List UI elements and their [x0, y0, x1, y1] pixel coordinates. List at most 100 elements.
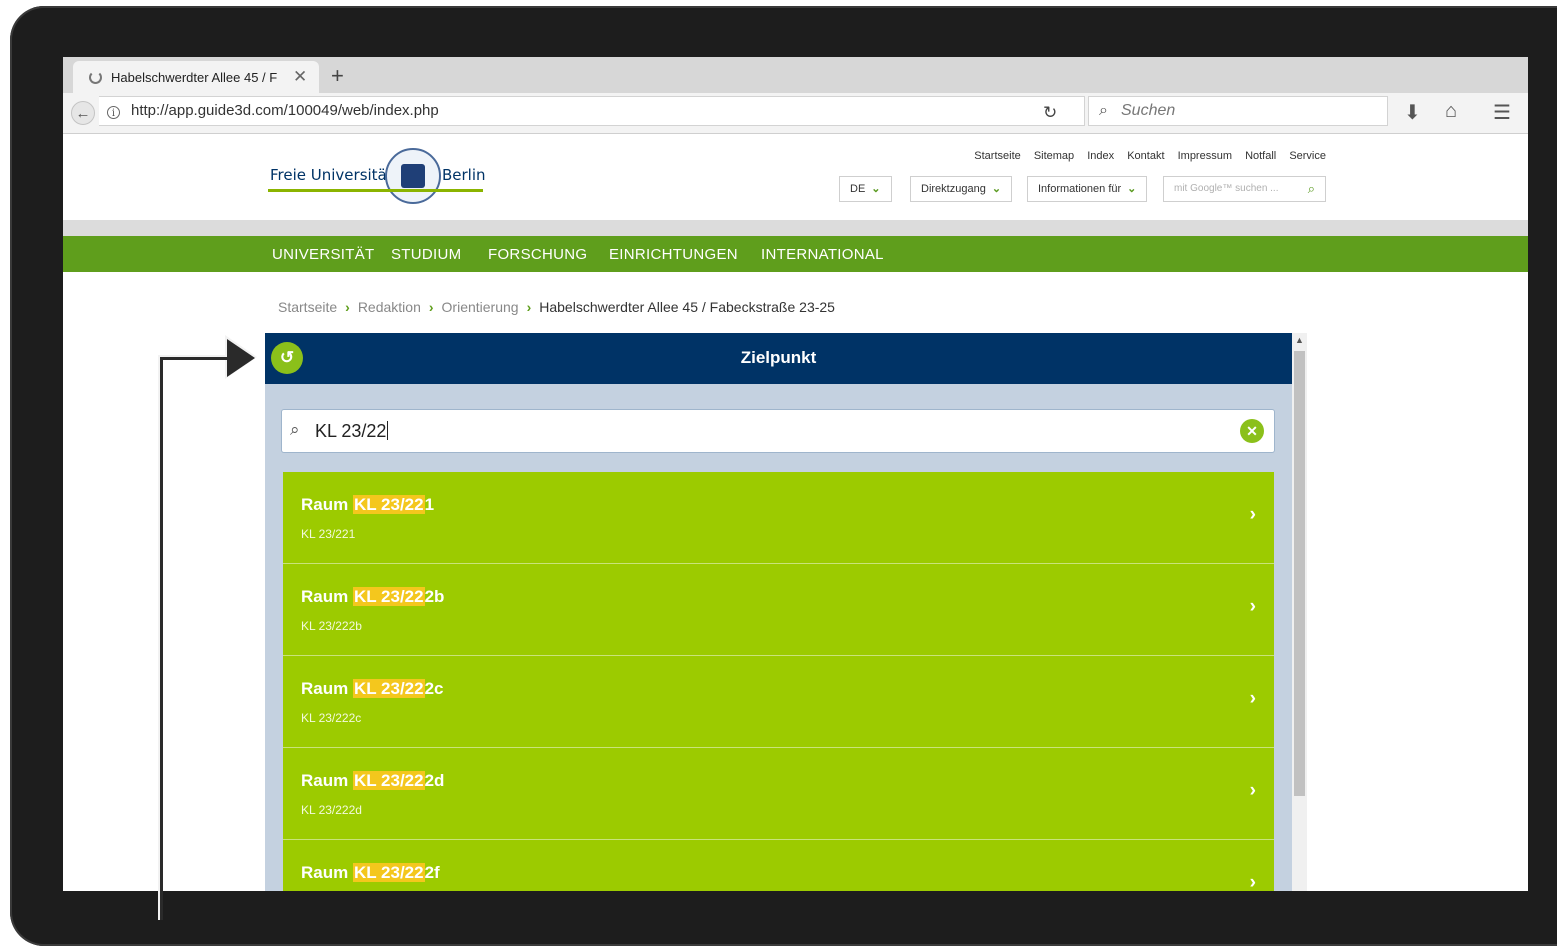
loading-icon: [89, 70, 102, 84]
chevron-right-icon: ›: [1249, 504, 1256, 525]
close-tab-icon[interactable]: ✕: [293, 67, 307, 87]
nav-item-forschung[interactable]: FORSCHUNG: [488, 246, 587, 263]
reload-icon[interactable]: ↻: [1043, 103, 1057, 123]
result-title: Raum KL 23/222b: [301, 587, 444, 607]
breadcrumb-startseite[interactable]: Startseite: [278, 299, 337, 315]
result-list: Raum KL 23/221 KL 23/221 › Raum KL 23/22…: [283, 472, 1274, 891]
service-link-service[interactable]: Service: [1289, 150, 1326, 162]
result-subtitle: KL 23/221: [301, 527, 356, 541]
result-subtitle: KL 23/222c: [301, 711, 362, 725]
direktzugang-label: Direktzugang: [921, 183, 986, 195]
back-button[interactable]: ←: [71, 101, 95, 125]
result-rest: 2b: [424, 587, 445, 606]
chevron-down-icon: ⌄: [991, 183, 1002, 195]
info-icon[interactable]: i: [107, 106, 120, 119]
clear-icon[interactable]: ✕: [1240, 419, 1264, 443]
informationen-label: Informationen für: [1038, 183, 1122, 195]
result-match: KL 23/22: [352, 863, 425, 882]
breadcrumb-orientierung[interactable]: Orientierung: [442, 299, 519, 315]
site-header: Freie Universität Berlin Startseite Site…: [63, 134, 1528, 220]
service-link-startseite[interactable]: Startseite: [974, 150, 1020, 162]
chevron-right-icon: ›: [345, 299, 350, 315]
menu-icon[interactable]: ☰: [1493, 100, 1511, 125]
result-match: KL 23/22: [352, 495, 425, 514]
result-item[interactable]: Raum KL 23/222f ›: [283, 840, 1274, 891]
service-link-kontakt[interactable]: Kontakt: [1127, 150, 1164, 162]
service-nav: Startseite Sitemap Index Kontakt Impress…: [964, 150, 1326, 162]
scroll-up-icon[interactable]: ▲: [1295, 335, 1304, 345]
guide-widget: ↺ Zielpunkt ⌕ KL 23/22 ✕ Raum KL 23/221 …: [265, 333, 1307, 891]
search-icon: ⌕: [1099, 102, 1108, 119]
download-icon[interactable]: ⬇: [1404, 100, 1421, 125]
chevron-right-icon: ›: [526, 299, 532, 315]
result-subtitle: KL 23/222d: [301, 803, 362, 817]
result-match: KL 23/22: [352, 771, 425, 790]
result-prefix: Raum: [301, 679, 353, 698]
google-search-input[interactable]: mit Google™ suchen ... ⌕: [1163, 176, 1326, 202]
result-title: Raum KL 23/222f: [301, 863, 440, 883]
service-link-sitemap[interactable]: Sitemap: [1034, 150, 1074, 162]
result-item[interactable]: Raum KL 23/222c KL 23/222c ›: [283, 656, 1274, 748]
chevron-right-icon: ›: [428, 299, 434, 315]
browser-search-input[interactable]: ⌕ Suchen: [1088, 96, 1388, 126]
service-link-notfall[interactable]: Notfall: [1245, 150, 1276, 162]
nav-item-einrichtungen[interactable]: EINRICHTUNGEN: [609, 246, 738, 263]
service-link-index[interactable]: Index: [1087, 150, 1114, 162]
result-subtitle: KL 23/222b: [301, 619, 362, 633]
google-search-placeholder: mit Google™ suchen ...: [1174, 183, 1279, 194]
result-prefix: Raum: [301, 771, 353, 790]
result-prefix: Raum: [301, 863, 353, 882]
language-select[interactable]: DE ⌄: [839, 176, 892, 202]
chevron-right-icon: ›: [1249, 872, 1256, 891]
nav-item-international[interactable]: INTERNATIONAL: [761, 246, 884, 263]
main-nav: UNIVERSITÄT STUDIUM FORSCHUNG EINRICHTUN…: [63, 236, 1528, 272]
chevron-right-icon: ›: [1249, 596, 1256, 617]
breadcrumb-current: Habelschwerdter Allee 45 / Fabeckstraße …: [539, 299, 835, 315]
navigation-toolbar: ← http://app.guide3d.com/100049/web/inde…: [63, 93, 1528, 134]
chevron-down-icon: ⌄: [1127, 183, 1137, 195]
result-match: KL 23/22: [352, 679, 425, 698]
chevron-down-icon: ⌄: [871, 183, 881, 195]
scrollbar-thumb[interactable]: [1294, 351, 1305, 796]
result-prefix: Raum: [301, 587, 353, 606]
service-link-impressum[interactable]: Impressum: [1178, 150, 1232, 162]
result-item[interactable]: Raum KL 23/222d KL 23/222d ›: [283, 748, 1274, 840]
result-title: Raum KL 23/222d: [301, 771, 444, 791]
chevron-right-icon: ›: [1249, 688, 1256, 709]
result-title: Raum KL 23/222c: [301, 679, 444, 699]
browser-window: Habelschwerdter Allee 45 / F ✕ + ← http:…: [63, 57, 1528, 891]
address-bar[interactable]: http://app.guide3d.com/100049/web/index.…: [99, 96, 1085, 126]
destination-search-input[interactable]: ⌕ KL 23/22 ✕: [282, 410, 1274, 452]
chevron-right-icon: ›: [1249, 780, 1256, 801]
nav-item-studium[interactable]: STUDIUM: [391, 246, 461, 263]
logo-underline: [268, 189, 483, 192]
browser-tab[interactable]: Habelschwerdter Allee 45 / F ✕: [73, 61, 319, 93]
annotation-arrow-line: [160, 360, 163, 920]
widget-header: ↺ Zielpunkt: [265, 333, 1292, 384]
seal-icon: [385, 148, 441, 204]
breadcrumb-redaktion[interactable]: Redaktion: [358, 299, 421, 315]
annotation-arrowhead: [227, 339, 255, 377]
result-item[interactable]: Raum KL 23/221 KL 23/221 ›: [283, 472, 1274, 564]
tab-bar: Habelschwerdter Allee 45 / F ✕ +: [63, 57, 1528, 93]
result-match: KL 23/22: [352, 587, 425, 606]
breadcrumb: Startseite › Redaktion › Orientierung › Habels…: [278, 299, 835, 315]
result-rest: 1: [424, 495, 435, 514]
search-query: KL 23/22: [315, 421, 387, 441]
browser-search-placeholder: Suchen: [1121, 102, 1176, 119]
home-icon[interactable]: ⌂: [1445, 100, 1457, 123]
direktzugang-select[interactable]: Direktzugang ⌄: [910, 176, 1013, 202]
result-item[interactable]: Raum KL 23/222b KL 23/222b ›: [283, 564, 1274, 656]
fu-logo[interactable]: Freie Universität Berlin: [268, 148, 486, 208]
search-icon[interactable]: ⌕: [1308, 177, 1315, 201]
annotation-arrow-line: [160, 357, 230, 360]
result-title: Raum KL 23/221: [301, 495, 434, 515]
nav-item-universitaet[interactable]: UNIVERSITÄT: [272, 246, 374, 263]
header-divider: [63, 220, 1528, 236]
widget-title: Zielpunkt: [740, 348, 817, 367]
search-icon: ⌕: [290, 420, 300, 439]
informationen-select[interactable]: Informationen für ⌄: [1027, 176, 1148, 202]
widget-scrollbar[interactable]: ▲: [1292, 333, 1307, 891]
new-tab-icon[interactable]: +: [331, 63, 344, 89]
logo-text-right: Berlin: [442, 166, 486, 184]
